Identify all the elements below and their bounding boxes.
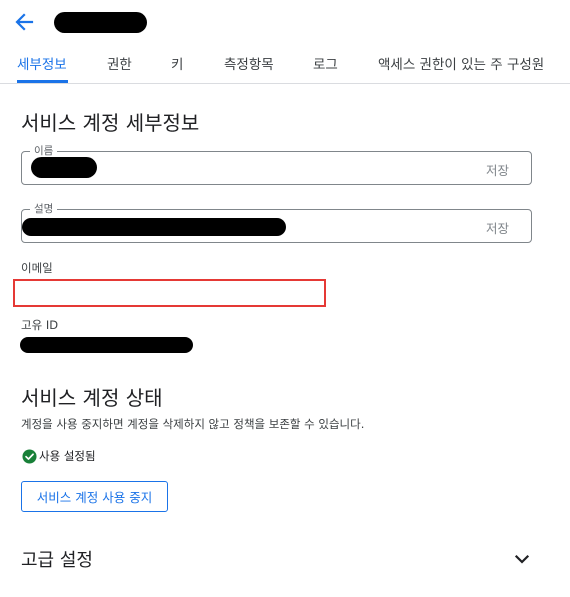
tab-logs[interactable]: 로그 bbox=[313, 48, 338, 83]
check-circle-icon bbox=[22, 448, 37, 464]
redacted-unique-id bbox=[20, 337, 193, 353]
email-value-highlight bbox=[13, 279, 326, 307]
advanced-settings-toggle[interactable]: 고급 설정 bbox=[21, 542, 541, 574]
redacted-account-name bbox=[54, 12, 147, 33]
status-text: 사용 설정됨 bbox=[39, 449, 96, 463]
description-field-label: 설명 bbox=[30, 202, 58, 216]
email-label: 이메일 bbox=[21, 261, 53, 275]
tab-details[interactable]: 세부정보 bbox=[17, 48, 68, 83]
advanced-settings-title: 고급 설정 bbox=[21, 550, 93, 571]
tab-permissions[interactable]: 권한 bbox=[107, 48, 132, 83]
redacted-name-value bbox=[31, 157, 97, 178]
unique-id-label: 고유 ID bbox=[21, 318, 59, 332]
name-save-button[interactable]: 저장 bbox=[486, 160, 509, 179]
back-button[interactable] bbox=[10, 8, 38, 36]
description-field[interactable]: 설명 저장 bbox=[21, 202, 532, 243]
page-header bbox=[0, 0, 570, 44]
tab-bar: 세부정보 권한 키 측정항목 로그 액세스 권한이 있는 주 구성원 bbox=[0, 48, 570, 84]
tab-principals-with-access[interactable]: 액세스 권한이 있는 주 구성원 bbox=[378, 48, 544, 83]
name-field-label: 이름 bbox=[30, 144, 58, 158]
name-field[interactable]: 이름 저장 bbox=[21, 144, 532, 185]
status-indicator: 사용 설정됨 bbox=[22, 447, 96, 465]
details-title: 서비스 계정 세부정보 bbox=[21, 111, 200, 135]
status-title: 서비스 계정 상태 bbox=[21, 386, 163, 410]
tab-metrics[interactable]: 측정항목 bbox=[224, 48, 274, 83]
redacted-description-value bbox=[22, 218, 286, 236]
tab-keys[interactable]: 키 bbox=[171, 48, 183, 83]
chevron-down-icon bbox=[514, 554, 530, 564]
description-save-button[interactable]: 저장 bbox=[486, 218, 509, 237]
status-description: 계정을 사용 중지하면 계정을 삭제하지 않고 정책을 보존할 수 있습니다. bbox=[21, 417, 365, 431]
disable-service-account-button[interactable]: 서비스 계정 사용 중지 bbox=[21, 481, 168, 512]
arrow-left-icon bbox=[15, 13, 34, 31]
